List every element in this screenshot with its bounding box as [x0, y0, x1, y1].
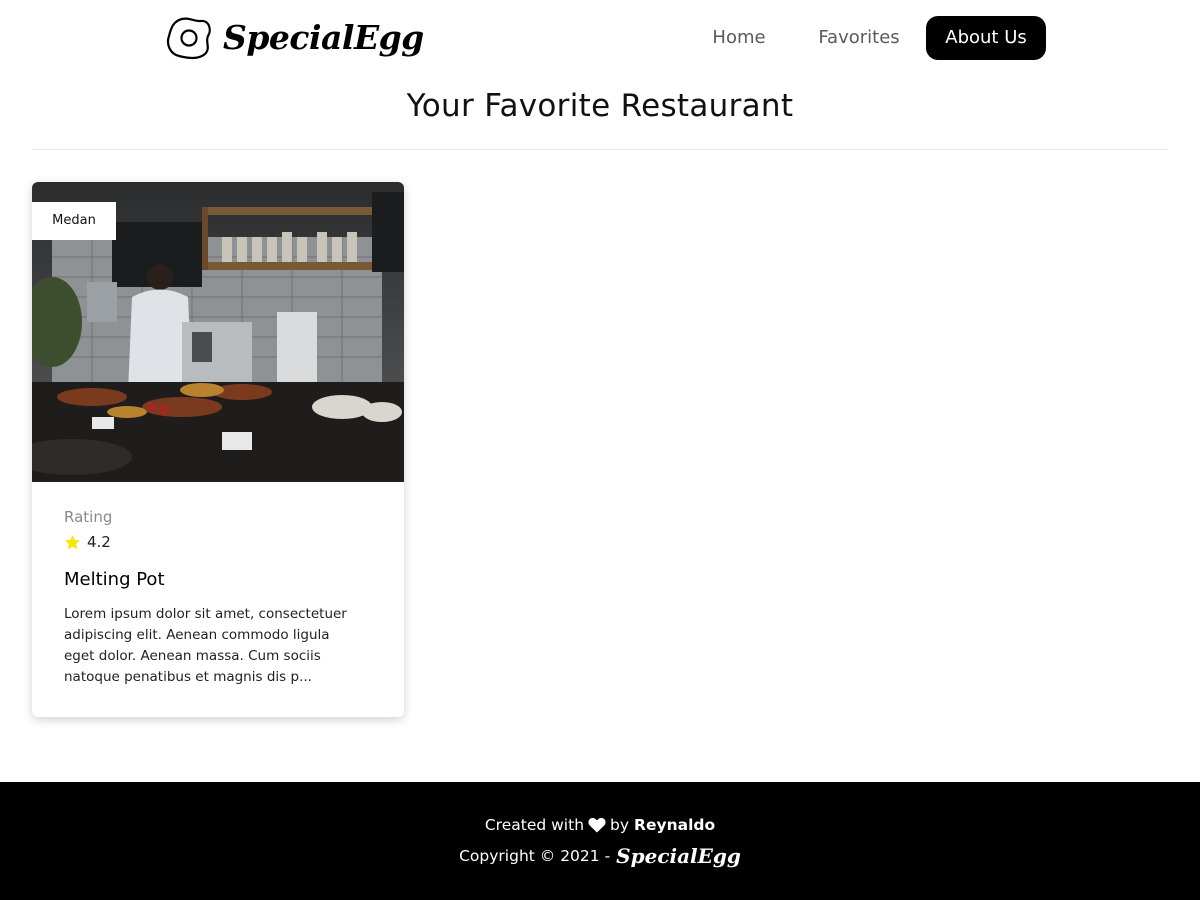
footer-created-text: Created with: [484, 816, 585, 834]
city-badge: Medan: [32, 202, 116, 240]
main-nav: Home Favorites About Us: [692, 16, 1046, 60]
brand-logo-link[interactable]: SpecialEgg: [165, 14, 424, 62]
title-divider: [32, 149, 1168, 150]
card-body: Rating 4.2 Melting Pot Lorem ipsum dolor…: [64, 506, 374, 688]
rating-label: Rating: [64, 508, 113, 526]
nav-favorites[interactable]: Favorites: [798, 16, 920, 60]
star-icon: [64, 534, 81, 551]
footer-author: Reynaldo: [634, 816, 716, 834]
page-title: Your Favorite Restaurant: [406, 88, 794, 124]
restaurant-card[interactable]: Medan Rating 4.2 Melting Pot Lorem ipsum…: [32, 182, 404, 717]
heart-icon: [588, 817, 606, 833]
rating-value: 4.2: [87, 533, 111, 551]
rating-row: 4.2: [64, 531, 374, 553]
restaurant-name[interactable]: Melting Pot: [64, 567, 374, 593]
site-footer: Created with by Reynaldo Copyright © 202…: [0, 782, 1200, 900]
restaurant-description: Lorem ipsum dolor sit amet, consectetuer…: [64, 606, 347, 685]
fried-egg-icon: [165, 14, 213, 62]
footer-copyright: Copyright © 2021 - SpecialEgg: [0, 844, 1200, 868]
footer-by-text: by: [610, 816, 630, 834]
copyright-text: Copyright © 2021 -: [459, 847, 611, 865]
nav-home[interactable]: Home: [692, 16, 786, 60]
brand-name: SpecialEgg: [223, 18, 424, 57]
footer-brand: SpecialEgg: [616, 844, 741, 868]
footer-credit: Created with by Reynaldo: [0, 816, 1200, 834]
restaurant-photo: Medan: [32, 182, 404, 482]
site-header: SpecialEgg Home Favorites About Us: [0, 0, 1200, 78]
nav-about-us[interactable]: About Us: [926, 16, 1046, 60]
